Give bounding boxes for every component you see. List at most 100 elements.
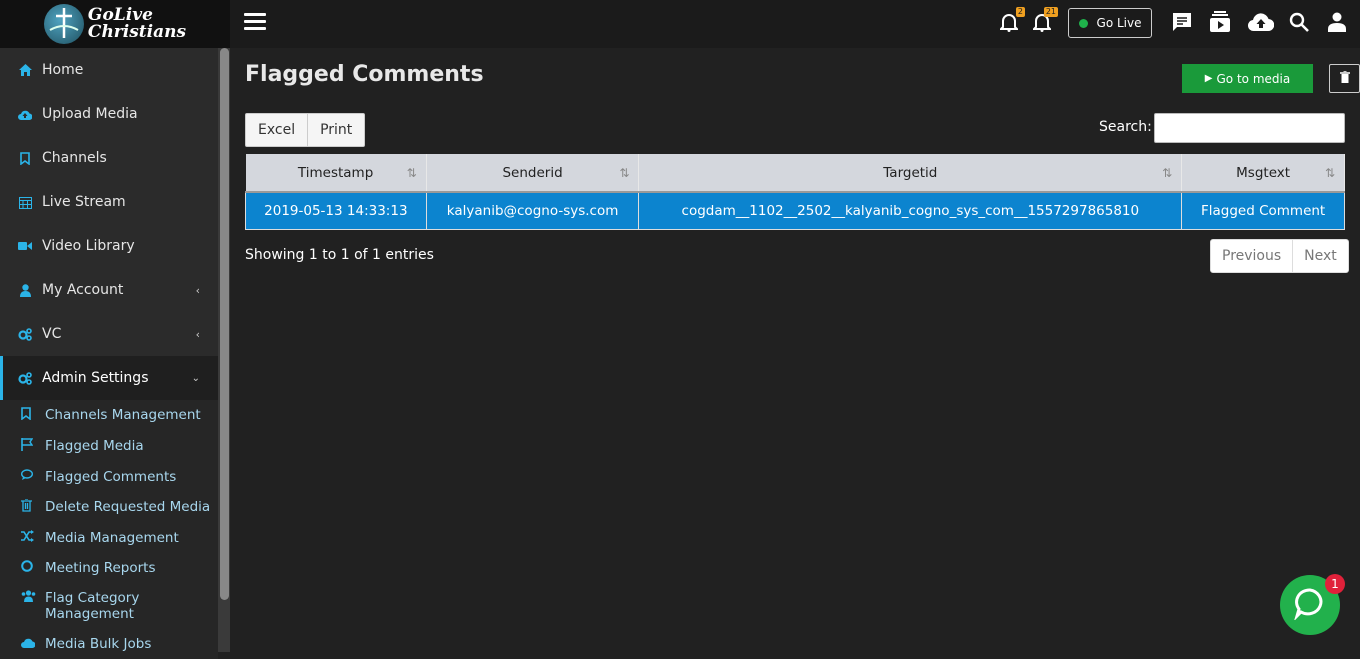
submenu-item-label: Channels Management	[45, 407, 201, 423]
submenu-item-label: Media Bulk Jobs	[45, 636, 152, 652]
sidebar-scroll-thumb[interactable]	[220, 48, 229, 600]
sidebar-item-label: Channels	[42, 150, 107, 166]
sidebar-item-home[interactable]: Home	[0, 48, 218, 92]
pagination: Previous Next	[1210, 239, 1349, 273]
next-button[interactable]: Next	[1292, 240, 1348, 272]
sidebar-item-label: Upload Media	[42, 106, 138, 122]
logo[interactable]: GoLive Christians	[0, 0, 230, 48]
sidebar-item-label: Video Library	[42, 238, 135, 254]
page-title: Flagged Comments	[245, 62, 484, 87]
search-icon[interactable]	[1287, 10, 1311, 34]
admin-submenu: Channels Management Flagged Media Flagge…	[0, 400, 218, 659]
cloud-upload-icon[interactable]	[1247, 10, 1275, 34]
logo-line2: Christians	[87, 22, 187, 42]
submenu-item-channels-management[interactable]: Channels Management	[0, 400, 218, 431]
media-playlist-icon[interactable]	[1208, 10, 1232, 34]
submenu-item-label: Media Management	[45, 530, 179, 546]
trash-icon	[1339, 70, 1350, 86]
alerts-badge: 21	[1043, 7, 1058, 17]
sidebar-item-label: My Account	[42, 282, 124, 298]
sidebar-item-label: Live Stream	[42, 194, 126, 210]
flag-icon	[21, 438, 35, 455]
sidebar-item-label: Admin Settings	[42, 370, 149, 386]
chat-icon[interactable]	[1170, 10, 1194, 34]
notifications-bell-icon[interactable]: 2	[997, 7, 1025, 34]
table-info: Showing 1 to 1 of 1 entries	[245, 247, 434, 263]
submenu-item-label: Flag Category Management	[45, 590, 140, 622]
submenu-item-flagged-comments[interactable]: Flagged Comments	[0, 462, 218, 492]
cell-targetid: cogdam__1102__2502__kalyanib_cogno_sys_c…	[638, 191, 1183, 230]
go-to-media-button[interactable]: ▶ Go to media	[1182, 64, 1313, 93]
users-icon	[21, 590, 36, 606]
go-live-button[interactable]: Go Live	[1068, 8, 1152, 38]
live-dot-icon	[1078, 18, 1088, 28]
sort-icon: ⇅	[619, 166, 630, 180]
sidebar-item-admin-settings[interactable]: Admin Settings ⌄	[0, 356, 218, 400]
cell-msgtext: Flagged Comment	[1181, 191, 1345, 230]
submenu-item-label: Flagged Media	[45, 438, 144, 454]
table-row[interactable]: 2019-05-13 14:33:13 kalyanib@cogno-sys.c…	[245, 191, 1345, 230]
menu-toggle-icon[interactable]	[244, 13, 266, 31]
bookmark-icon	[18, 151, 32, 165]
sidebar-scrollbar[interactable]	[218, 48, 230, 652]
play-icon: ▶	[1204, 73, 1213, 84]
submenu-item-media-bulk-jobs[interactable]: Media Bulk Jobs	[0, 629, 218, 659]
search-label: Search:	[1099, 119, 1152, 135]
topbar: 2 21 Go Live	[230, 0, 1360, 48]
sidebar-nav: Home Upload Media Channels Live Stream V…	[0, 48, 218, 659]
calendar-icon	[18, 195, 32, 209]
submenu-item-label: Meeting Reports	[45, 560, 156, 576]
chevron-left-icon: ‹	[195, 327, 200, 341]
sidebar-item-vc[interactable]: VC ‹	[0, 312, 218, 356]
cogs-icon	[18, 371, 32, 385]
chevron-left-icon: ‹	[195, 283, 200, 297]
previous-button[interactable]: Previous	[1211, 240, 1292, 272]
cloud-upload-icon	[18, 107, 32, 121]
sort-icon: ⇅	[406, 166, 417, 180]
random-icon	[21, 530, 35, 546]
home-icon	[18, 63, 32, 77]
submenu-item-flagged-media[interactable]: Flagged Media	[0, 431, 218, 462]
delete-button[interactable]	[1329, 64, 1360, 93]
sidebar-item-upload-media[interactable]: Upload Media	[0, 92, 218, 136]
circle-icon	[21, 560, 35, 576]
bookmark-icon	[21, 407, 35, 424]
submenu-item-media-management[interactable]: Media Management	[0, 523, 218, 553]
export-buttons: Excel Print	[245, 113, 366, 147]
search-input[interactable]	[1154, 113, 1345, 143]
chevron-down-icon: ⌄	[191, 372, 200, 384]
table-header-row: Timestamp ⇅ Senderid ⇅ Targetid ⇅ Msgtext ⇅	[245, 154, 1345, 193]
sidebar-item-live-stream[interactable]: Live Stream	[0, 180, 218, 224]
submenu-item-label: Flagged Comments	[45, 469, 177, 485]
chat-unread-badge: 1	[1325, 574, 1345, 594]
logo-emblem-icon	[43, 4, 84, 44]
go-to-media-label: Go to media	[1216, 71, 1291, 86]
cloud-upload-icon	[21, 636, 36, 652]
excel-button[interactable]: Excel	[246, 114, 307, 146]
trash-icon	[21, 498, 35, 516]
submenu-item-flag-category-management[interactable]: Flag Category Management	[0, 583, 218, 629]
submenu-item-meeting-reports[interactable]: Meeting Reports	[0, 553, 218, 583]
cogs-icon	[18, 327, 32, 341]
sort-icon: ⇅	[1162, 166, 1173, 180]
column-header-targetid[interactable]: Targetid ⇅	[638, 154, 1183, 193]
user-profile-icon[interactable]	[1325, 10, 1349, 34]
submenu-item-label: Delete Requested Media	[45, 499, 211, 515]
notifications-badge: 2	[1015, 7, 1025, 17]
column-header-senderid[interactable]: Senderid ⇅	[426, 154, 640, 193]
video-camera-icon	[18, 239, 32, 253]
submenu-item-delete-requested-media[interactable]: Delete Requested Media	[0, 492, 218, 523]
sidebar-item-video-library[interactable]: Video Library	[0, 224, 218, 268]
flagged-comments-table: Timestamp ⇅ Senderid ⇅ Targetid ⇅ Msgtext ⇅ …	[245, 154, 1345, 230]
sidebar-item-label: Home	[42, 62, 84, 78]
sidebar-item-my-account[interactable]: My Account ‹	[0, 268, 218, 312]
user-icon	[18, 283, 32, 297]
comments-icon	[20, 469, 35, 485]
print-button[interactable]: Print	[307, 114, 364, 146]
column-header-msgtext[interactable]: Msgtext ⇅	[1181, 154, 1345, 193]
sidebar-item-channels[interactable]: Channels	[0, 136, 218, 180]
sidebar: GoLive Christians Home Upload Media Chan…	[0, 0, 230, 659]
sort-icon: ⇅	[1324, 166, 1335, 180]
alerts-bell-icon[interactable]: 21	[1030, 7, 1058, 34]
column-header-timestamp[interactable]: Timestamp ⇅	[245, 154, 427, 193]
